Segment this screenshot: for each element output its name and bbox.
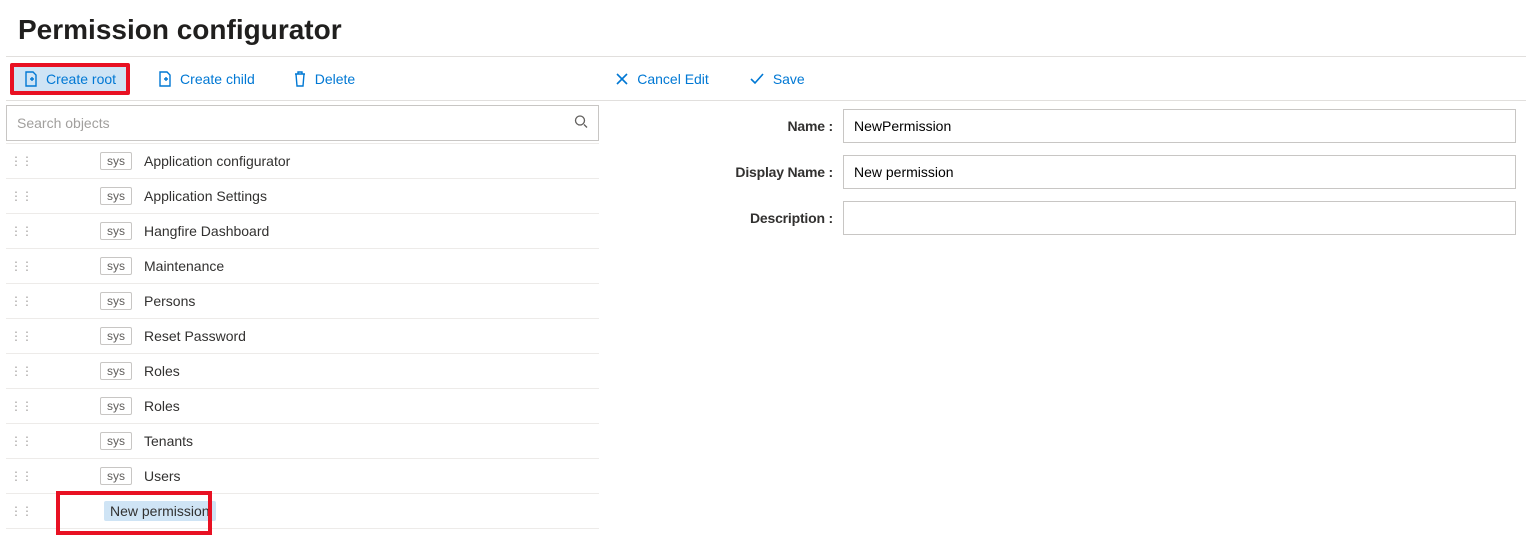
sys-badge: sys [100, 327, 132, 345]
tree-row[interactable]: ⋮⋮ New permission [6, 494, 599, 529]
save-label: Save [773, 71, 805, 87]
sys-badge: sys [100, 432, 132, 450]
drag-handle-icon[interactable]: ⋮⋮ [10, 154, 32, 168]
drag-handle-icon[interactable]: ⋮⋮ [10, 434, 32, 448]
tree-row[interactable]: ⋮⋮ sys Tenants [6, 424, 599, 459]
sys-badge: sys [100, 152, 132, 170]
page-title: Permission configurator [0, 0, 1532, 56]
drag-handle-icon[interactable]: ⋮⋮ [10, 224, 32, 238]
tree-row[interactable]: ⋮⋮ sys Application configurator [6, 144, 599, 179]
name-label: Name [599, 118, 843, 134]
sys-badge: sys [100, 257, 132, 275]
create-child-label: Create child [180, 71, 255, 87]
tree-item-label: Users [144, 468, 181, 484]
delete-label: Delete [315, 71, 355, 87]
toolbar: Create root Create child Delete Cancel E… [6, 57, 1526, 101]
tree-row[interactable]: ⋮⋮ sys Users [6, 459, 599, 494]
tree-item-label: New permission [104, 501, 216, 521]
tree-row[interactable]: ⋮⋮ sys Application Settings [6, 179, 599, 214]
sys-badge: sys [100, 467, 132, 485]
tree-row[interactable]: ⋮⋮ sys Roles [6, 389, 599, 424]
tree-item-label: Persons [144, 293, 195, 309]
description-input[interactable] [843, 201, 1516, 235]
check-icon [749, 72, 765, 86]
trash-icon [293, 71, 307, 87]
drag-handle-icon[interactable]: ⋮⋮ [10, 294, 32, 308]
tree-row[interactable]: ⋮⋮ sys Reset Password [6, 319, 599, 354]
tree-item-label: Application configurator [144, 153, 290, 169]
display-name-input[interactable] [843, 155, 1516, 189]
search-field[interactable] [6, 105, 599, 141]
drag-handle-icon[interactable]: ⋮⋮ [10, 329, 32, 343]
cancel-edit-label: Cancel Edit [637, 71, 709, 87]
search-input[interactable] [17, 115, 562, 131]
create-root-label: Create root [46, 71, 116, 87]
tree-item-label: Maintenance [144, 258, 224, 274]
add-doc-icon [158, 71, 172, 87]
tree-item-label: Reset Password [144, 328, 246, 344]
sys-badge: sys [100, 222, 132, 240]
tree-row[interactable]: ⋮⋮ sys Persons [6, 284, 599, 319]
tree-item-label: Tenants [144, 433, 193, 449]
add-doc-icon [24, 71, 38, 87]
sys-badge: sys [100, 397, 132, 415]
drag-handle-icon[interactable]: ⋮⋮ [10, 364, 32, 378]
create-child-button[interactable]: Create child [148, 65, 265, 93]
search-icon [574, 115, 588, 132]
create-root-button[interactable]: Create root [10, 63, 130, 95]
tree-row[interactable]: ⋮⋮ sys Roles [6, 354, 599, 389]
name-input[interactable] [843, 109, 1516, 143]
tree-row[interactable]: ⋮⋮ sys Maintenance [6, 249, 599, 284]
permissions-tree: ⋮⋮ sys Application configurator ⋮⋮ sys Applic… [6, 143, 599, 529]
tree-item-label: Roles [144, 398, 180, 414]
description-label: Description [599, 210, 843, 226]
drag-handle-icon[interactable]: ⋮⋮ [10, 399, 32, 413]
drag-handle-icon[interactable]: ⋮⋮ [10, 469, 32, 483]
save-button[interactable]: Save [739, 65, 815, 93]
close-icon [615, 72, 629, 86]
drag-handle-icon[interactable]: ⋮⋮ [10, 259, 32, 273]
tree-item-label: Application Settings [144, 188, 267, 204]
drag-handle-icon[interactable]: ⋮⋮ [10, 189, 32, 203]
display-name-label: Display Name [599, 164, 843, 180]
sys-badge: sys [100, 187, 132, 205]
drag-handle-icon[interactable]: ⋮⋮ [10, 504, 32, 518]
sys-badge: sys [100, 362, 132, 380]
sys-badge: sys [100, 292, 132, 310]
cancel-edit-button[interactable]: Cancel Edit [605, 65, 719, 93]
tree-item-label: Roles [144, 363, 180, 379]
delete-button[interactable]: Delete [283, 65, 365, 93]
tree-row[interactable]: ⋮⋮ sys Hangfire Dashboard [6, 214, 599, 249]
tree-item-label: Hangfire Dashboard [144, 223, 269, 239]
